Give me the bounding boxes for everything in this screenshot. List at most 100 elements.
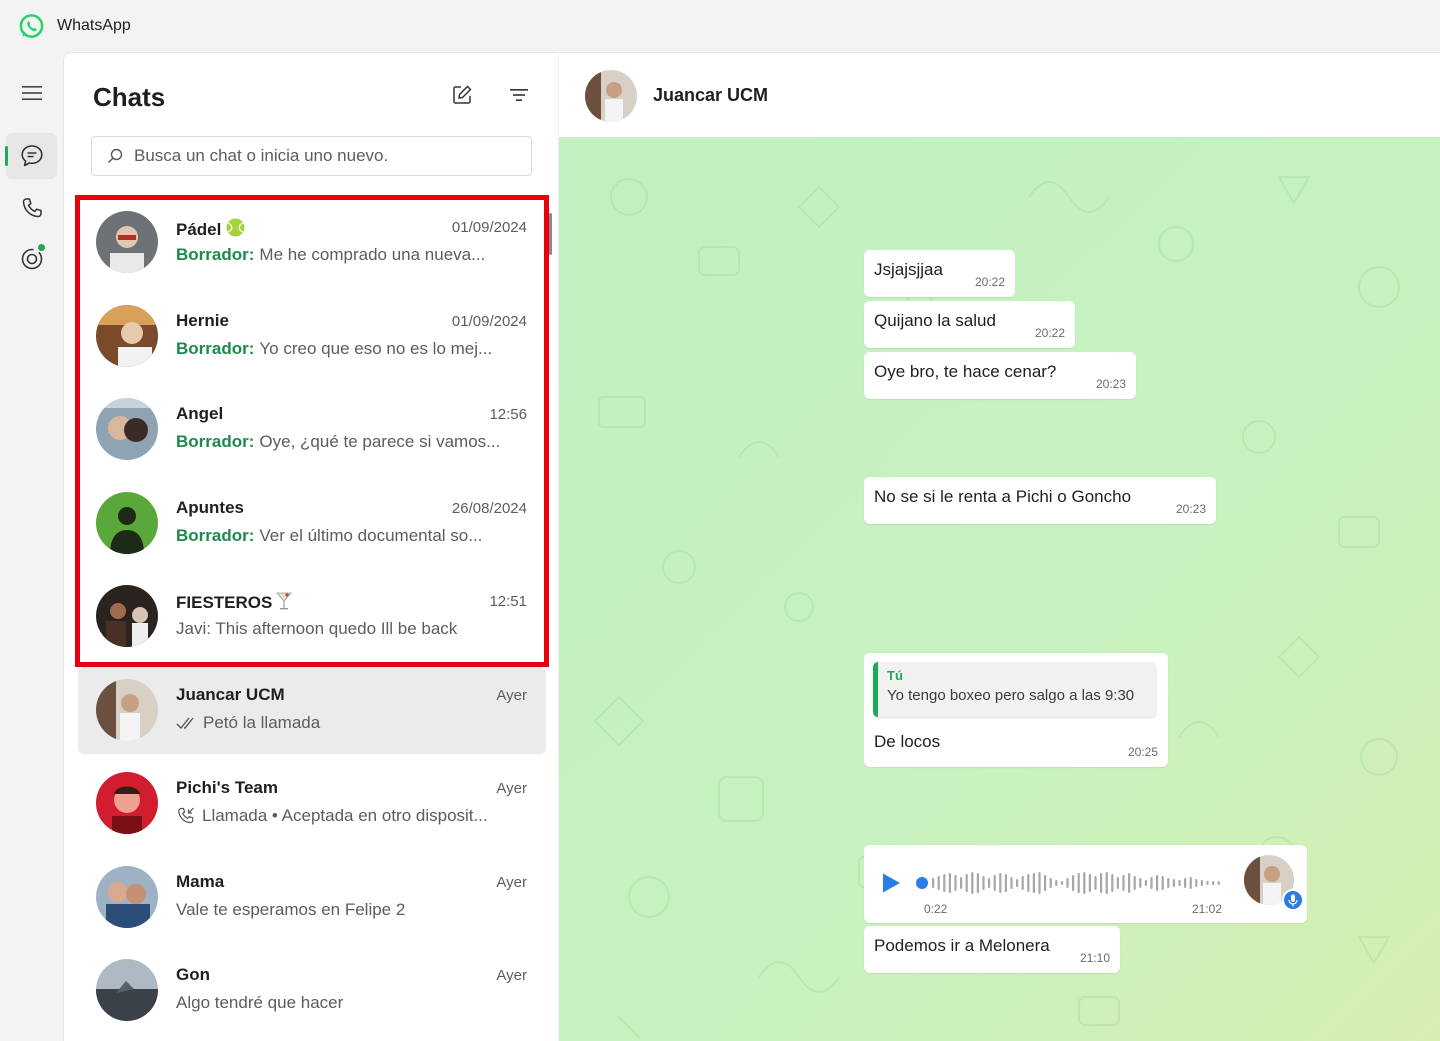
chat-name: Hernie [176, 311, 229, 330]
contact-name: Juancar UCM [653, 85, 769, 105]
search-box[interactable] [91, 136, 532, 176]
waveform-bar [960, 877, 963, 889]
voice-waveform[interactable] [916, 871, 1226, 895]
waveform-bar [1044, 875, 1047, 891]
message-bubble[interactable]: No se si le renta a Pichi o Goncho 20:23 [864, 477, 1216, 524]
waveform-bar [1100, 873, 1103, 893]
voice-message-bubble[interactable]: 0:22 21:02 [864, 845, 1307, 923]
chat-name: Mama [176, 872, 225, 891]
conversation-header[interactable]: Juancar UCM [559, 52, 1440, 137]
waveform-bar [982, 876, 985, 890]
waveform-bar [1016, 879, 1019, 887]
waveform-bar [943, 874, 946, 892]
conversation-body: Jsjajsjjaa 20:22 Quijano la salud 20:22 … [559, 137, 1440, 1041]
chat-row-juancar-ucm[interactable]: Juancar UCM Ayer Petó la llamada [78, 667, 546, 754]
message-time: 21:10 [1079, 951, 1110, 965]
phone-icon [22, 198, 42, 218]
waveform-bar [1184, 878, 1187, 888]
filter-button[interactable] [505, 81, 533, 109]
chat-name: Pichi's Team [176, 778, 278, 797]
chat-time: Ayer [496, 780, 527, 797]
chat-preview: Borrador: Ver el último documental so... [176, 526, 483, 545]
status-nav-button[interactable] [6, 235, 57, 281]
waveform-bar [1212, 881, 1215, 885]
avatar [96, 866, 158, 928]
calls-nav-button[interactable] [6, 185, 57, 231]
waveform-bar [1094, 876, 1097, 890]
avatar [96, 585, 158, 647]
quoted-message[interactable]: Tú Yo tengo boxeo pero salgo a las 9:30 [873, 662, 1156, 717]
waveform-bar [954, 875, 957, 891]
chat-row-apuntes[interactable]: Apuntes 26/08/2024 Borrador: Ver el últim… [78, 480, 546, 567]
new-chat-icon [453, 85, 472, 104]
waveform-bar [1032, 873, 1035, 893]
chats-nav-button[interactable] [5, 133, 57, 179]
chat-preview: Javi: This afternoon quedo Ill be back [176, 619, 458, 638]
waveform-bar [988, 878, 991, 888]
message-bubble[interactable]: Quijano la salud 20:22 [864, 301, 1075, 348]
waveform-bar [1150, 877, 1153, 889]
chat-name: Pádel [176, 217, 246, 240]
message-bubble[interactable]: Podemos ir a Melonera 21:10 [864, 926, 1120, 973]
app-title: WhatsApp [57, 17, 131, 34]
chat-row-hernie[interactable]: Hernie 01/09/2024 Borrador: Yo creo que e… [78, 293, 546, 380]
avatar [96, 211, 158, 273]
waveform-bar [1206, 881, 1209, 885]
chat-row-gon[interactable]: Gon Ayer Algo tendré que hacer [78, 947, 546, 1034]
message-bubble[interactable]: Oye bro, te hace cenar? 20:23 [864, 352, 1136, 399]
chat-time: 01/09/2024 [451, 219, 527, 236]
message-bubble[interactable]: Jsjajsjjaa 20:22 [864, 250, 1015, 297]
reply-message-bubble[interactable]: Tú Yo tengo boxeo pero salgo a las 9:30 … [864, 653, 1168, 767]
message-text: Podemos ir a Melonera [874, 936, 1050, 955]
waveform-bar [1161, 876, 1164, 890]
new-chat-button[interactable] [448, 81, 476, 109]
chat-list-panel: Chats Pádel 01/09/2024 Borrador:Me he co… [63, 52, 558, 1041]
chat-row-fiesteros[interactable]: FIESTEROS 12:51 Javi: This afternoon que… [78, 573, 546, 660]
waveform-bar [1083, 872, 1086, 894]
chat-row-pichis-team[interactable]: Pichi's Team Ayer Llamada • Aceptada en … [78, 760, 546, 847]
message-time: 21:02 [1192, 902, 1223, 916]
chat-row-padel[interactable]: Pádel 01/09/2024 Borrador: Me he comprado… [78, 199, 546, 286]
hamburger-menu-icon [21, 86, 42, 100]
waveform-bar [1217, 881, 1220, 885]
waveform-bar [1133, 876, 1136, 890]
message-text: De locos [874, 732, 941, 751]
chat-row-mama[interactable]: Mama Ayer Vale te esperamos en Felipe 2 [78, 854, 546, 941]
waveform-bar [1189, 877, 1192, 889]
message-time: 20:23 [1095, 377, 1126, 391]
waveform-bar [1010, 877, 1013, 889]
message-text: No se si le renta a Pichi o Goncho [874, 487, 1132, 506]
chat-name: Apuntes [176, 498, 244, 517]
avatar [96, 772, 158, 834]
waveform-bar [1195, 879, 1198, 887]
draft-label: Borrador: [176, 526, 255, 545]
waveform-bar [1027, 874, 1030, 892]
cocktail-glass-icon [276, 592, 293, 610]
message-text: Jsjajsjjaa [874, 260, 943, 279]
status-unread-dot [38, 244, 45, 251]
waveform-bar [932, 878, 935, 888]
chat-row-angel[interactable]: Angel 12:56 Borrador: Oye, ¿qué te parece… [78, 386, 546, 473]
waveform-bar [1055, 880, 1058, 886]
avatar [96, 305, 158, 367]
chat-time: 12:51 [489, 593, 527, 610]
chat-preview: Borrador: Me he comprado una nueva... [176, 245, 486, 264]
menu-button[interactable] [6, 70, 57, 116]
chat-preview: Borrador: Yo creo que eso no es lo mej... [176, 339, 493, 358]
title-bar: WhatsApp [0, 0, 1440, 52]
search-input[interactable] [134, 146, 514, 166]
play-icon[interactable] [880, 872, 902, 894]
waveform-bar [976, 873, 979, 893]
chat-list-scrollbar[interactable] [549, 213, 552, 255]
draft-label: Borrador: [176, 432, 255, 451]
message-time: 20:23 [1175, 502, 1206, 516]
draft-label: Borrador: [176, 245, 255, 264]
waveform-bar [1156, 875, 1159, 891]
waveform-bar [971, 872, 974, 894]
contact-avatar[interactable] [585, 70, 637, 122]
tennis-ball-icon [226, 218, 245, 237]
waveform-bar [1049, 878, 1052, 888]
quoted-text: Yo tengo boxeo pero salgo a las 9:30 [887, 687, 1135, 704]
message-time: 20:22 [974, 275, 1005, 289]
waveform-bar [1060, 881, 1063, 885]
